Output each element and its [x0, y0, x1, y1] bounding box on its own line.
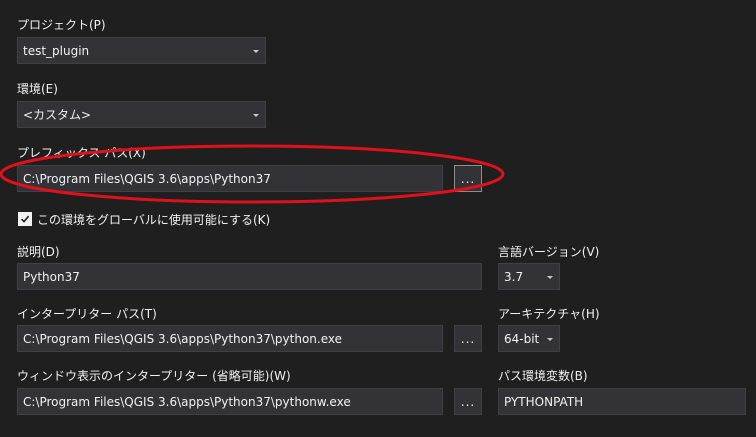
windowed-interpreter-value: C:\Program Files\QGIS 3.6\apps\Python37\… [23, 394, 351, 409]
environment-combobox[interactable]: <カスタム> [17, 101, 266, 128]
project-combobox[interactable]: test_plugin [17, 37, 266, 64]
prefix-path-browse-button[interactable]: ... [454, 165, 482, 192]
path-env-var-input[interactable]: PYTHONPATH [498, 388, 746, 415]
path-env-var-label: パス環境変数(B) [498, 369, 588, 383]
architecture-label: アーキテクチャ(H) [498, 307, 600, 321]
chevron-down-icon [253, 113, 259, 117]
project-label: プロジェクト(P) [17, 18, 106, 32]
environment-value: <カスタム> [23, 107, 92, 122]
prefix-path-value: C:\Program Files\QGIS 3.6\apps\Python37 [23, 171, 271, 186]
description-value: Python37 [23, 269, 80, 284]
prefix-path-label: プレフィックス パス(X) [17, 146, 146, 160]
environment-label: 環境(E) [17, 82, 58, 96]
architecture-value: 64-bit [504, 331, 540, 346]
windowed-interpreter-input[interactable]: C:\Program Files\QGIS 3.6\apps\Python37\… [17, 388, 443, 415]
global-environment-checkbox-label[interactable]: この環境をグローバルに使用可能にする(K) [37, 213, 270, 227]
chevron-down-icon [547, 275, 553, 279]
interpreter-path-input[interactable]: C:\Program Files\QGIS 3.6\apps\Python37\… [17, 325, 443, 352]
global-environment-checkbox[interactable] [18, 212, 32, 226]
project-value: test_plugin [23, 43, 90, 58]
chevron-down-icon [547, 337, 553, 341]
path-env-var-value: PYTHONPATH [504, 394, 584, 409]
windowed-interpreter-label: ウィンドウ表示のインタープリター (省略可能)(W) [17, 369, 291, 383]
interpreter-path-value: C:\Program Files\QGIS 3.6\apps\Python37\… [23, 331, 342, 346]
prefix-path-input[interactable]: C:\Program Files\QGIS 3.6\apps\Python37 [17, 165, 443, 192]
description-label: 説明(D) [17, 245, 60, 259]
windowed-interpreter-browse-button[interactable]: ... [454, 388, 482, 415]
interpreter-path-browse-button[interactable]: ... [454, 325, 482, 352]
architecture-combobox[interactable]: 64-bit [498, 325, 560, 352]
language-version-value: 3.7 [504, 269, 524, 284]
chevron-down-icon [253, 49, 259, 53]
description-input[interactable]: Python37 [17, 263, 482, 290]
language-version-combobox[interactable]: 3.7 [498, 263, 560, 290]
language-version-label: 言語バージョン(V) [498, 245, 600, 259]
interpreter-path-label: インタープリター パス(T) [17, 307, 157, 321]
checkmark-icon [20, 215, 30, 223]
